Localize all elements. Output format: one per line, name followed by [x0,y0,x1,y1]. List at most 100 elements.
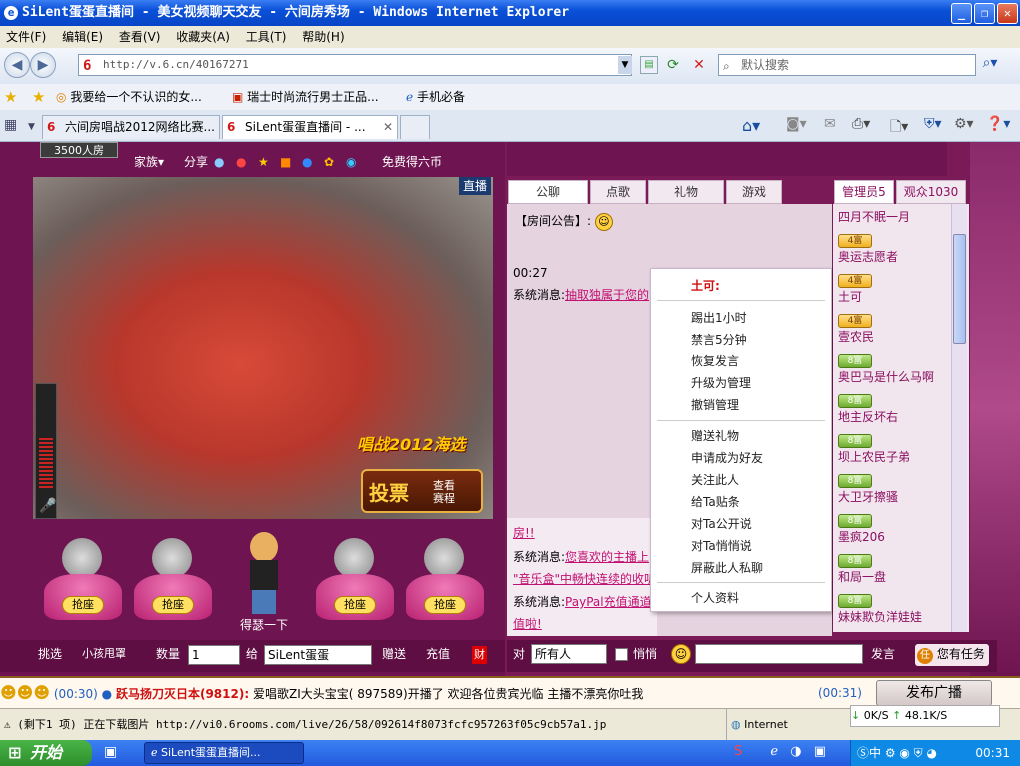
whisper-item[interactable]: 对Ta悄悄说 [691,537,752,554]
chat-message-4[interactable]: "音乐盒"中畅快连续的收听 [513,570,656,587]
tab-silent-room[interactable]: 6 SiLent蛋蛋直播间 - ... ✕ [222,115,398,139]
grab-seat-button[interactable]: 抢座 [152,596,194,614]
desktop-icon[interactable]: ▣ [814,744,826,759]
print-icon[interactable]: ⎙▾ [852,116,870,132]
quick-tabs-icon[interactable]: ▦ [4,117,26,137]
menu-tools[interactable]: 工具(T) [246,30,287,44]
sogou-icon[interactable]: S [734,744,742,759]
tab-contest[interactable]: 6 六间房唱战2012网络比赛... [42,115,220,139]
host-avatar[interactable]: 得瑟一下 [232,530,296,632]
grab-seat-button[interactable]: 抢座 [62,596,104,614]
user-item[interactable]: 8富 大卫牙擦骚 [838,472,950,505]
share-icon-6[interactable]: ✿ [324,152,334,172]
share-icon-7[interactable]: ◉ [346,152,356,172]
safety-icon[interactable]: ⛨▾ [924,116,942,132]
user-list-scrollbar[interactable] [951,204,967,632]
search-input[interactable]: ⌕ 默认搜索 [718,54,976,76]
live-video[interactable]: 直播 🎤 唱战2012海选 投票 查看赛程 [33,177,493,519]
page-icon[interactable]: 🗋▾ [890,116,908,140]
address-input[interactable]: 6 http://v.6.cn/40167271 [78,54,632,76]
user-item[interactable]: 4富 奥运志愿者 [838,232,950,265]
emoji-icon[interactable]: ☺ [671,644,691,664]
fav-item-2[interactable]: ▣ 瑞士时尚流行男士正品... [232,84,379,110]
tab-close-icon[interactable]: ✕ [383,116,393,138]
user-item[interactable]: 8富 地主反坏右 [838,392,950,425]
tray-icons[interactable]: Ⓢ中 ⚙ ◉ ⛨ ◕ [857,746,937,760]
promote-admin-item[interactable]: 升级为管理 [691,374,751,391]
mail-icon[interactable]: ✉ [824,116,836,132]
grab-seat-button[interactable]: 抢座 [334,596,376,614]
menu-favorites[interactable]: 收藏夹(A) [176,30,230,44]
volume-meter[interactable]: 🎤 [35,383,57,519]
pick-gift-label[interactable]: 挑选 [38,640,62,668]
tab-song-request[interactable]: 点歌 [590,180,646,204]
recipient-select[interactable]: 所有人 [531,644,607,664]
share-icon-4[interactable]: ■ [280,152,291,172]
forward-button[interactable]: ▶ [30,52,56,78]
user-item[interactable]: 8富 奥巴马是什么马啊 [838,352,950,385]
user-item[interactable]: 8富 墨疯206 [838,512,950,545]
tab-gifts[interactable]: 礼物 [648,180,724,204]
home-icon[interactable]: ⌂▾ [742,116,760,135]
user-item[interactable]: 四月不眠一月 [838,208,950,225]
menu-help[interactable]: 帮助(H) [302,30,344,44]
post-note-item[interactable]: 给Ta贴条 [691,493,740,510]
contest-banner[interactable]: 唱战2012海选 投票 查看赛程 [357,431,491,517]
restore-button[interactable]: ❐ [974,3,995,24]
mute-5min-item[interactable]: 禁言5分钟 [691,331,747,348]
chat-message-2[interactable]: 房!! [513,524,535,541]
free-coin-link[interactable]: 免费得六币 [382,152,442,172]
share-icon-1[interactable]: ● [214,152,224,172]
fav-item-3[interactable]: ℯ 手机必备 [406,84,465,110]
feeds-icon[interactable]: ◙▾ [786,116,807,132]
user-item[interactable]: 4富 壹农民 [838,312,950,345]
tab-games[interactable]: 游戏 [726,180,782,204]
app-icon[interactable]: ◑ [790,744,801,759]
revoke-admin-item[interactable]: 撤销管理 [691,396,739,413]
start-button[interactable]: ⊞ 开始 [0,740,92,766]
user-item[interactable]: 8富 和局一盘 [838,552,950,585]
publish-broadcast-button[interactable]: 发布广播 [876,680,992,706]
chat-input[interactable] [695,644,863,664]
recipient-input[interactable]: SiLent蛋蛋 [264,645,372,665]
compat-view-icon[interactable]: ▤ [640,56,658,74]
back-button[interactable]: ◀ [4,52,30,78]
ticker-headline[interactable]: 跃马扬刀灭日本(9812): [116,687,249,701]
search-icon[interactable]: ⌕▾ [978,55,1002,75]
stop-icon[interactable]: ✕ [690,56,708,74]
weibo-icon[interactable]: ● [236,152,246,172]
ie-icon[interactable]: ℯ [770,744,778,759]
send-gift-button[interactable]: 赠送 [382,640,406,668]
user-item[interactable]: 8富 妹妹欺负洋娃娃 [838,592,950,625]
favorites-star-icon[interactable]: ★ [4,84,17,110]
new-tab-button[interactable] [400,115,430,139]
quicklaunch-icon[interactable]: ▣ [104,744,117,760]
qty-input[interactable]: 1 [188,645,240,665]
whisper-checkbox[interactable] [615,648,628,661]
taskbar-window-button[interactable]: ℯ SiLent蛋蛋直播间... [144,742,304,764]
task-button[interactable]: 任 您有任务 [915,644,989,666]
grab-seat-button[interactable]: 抢座 [424,596,466,614]
star-icon[interactable]: ★ [258,152,269,172]
send-message-button[interactable]: 发言 [871,640,895,668]
chat-message-6[interactable]: 值啦! [513,615,542,632]
follow-item[interactable]: 关注此人 [691,471,739,488]
unmute-item[interactable]: 恢复发言 [691,352,739,369]
refresh-icon[interactable]: ⟳ [664,56,682,74]
user-tab-audience[interactable]: 观众1030 [896,180,966,204]
wealth-badge[interactable]: 财 [472,646,487,664]
add-favorite-icon[interactable]: ★ [32,84,45,110]
help-icon[interactable]: ❓▾ [986,116,1010,132]
minimize-button[interactable]: _ [951,3,972,24]
share-icon-5[interactable]: ● [302,152,312,172]
address-dropdown-icon[interactable]: ▼ [618,56,632,74]
tab-public-chat[interactable]: 公聊 [508,180,588,204]
close-button[interactable]: ✕ [997,3,1018,24]
user-item[interactable]: 8富 坝上农民子弟 [838,432,950,465]
user-tab-admins[interactable]: 管理员5 [834,180,894,204]
menu-view[interactable]: 查看(V) [119,30,161,44]
add-friend-item[interactable]: 申请成为好友 [691,449,763,466]
block-private-item[interactable]: 屏蔽此人私聊 [691,559,763,576]
menu-edit[interactable]: 编辑(E) [62,30,103,44]
send-gift-item[interactable]: 赠送礼物 [691,427,739,444]
